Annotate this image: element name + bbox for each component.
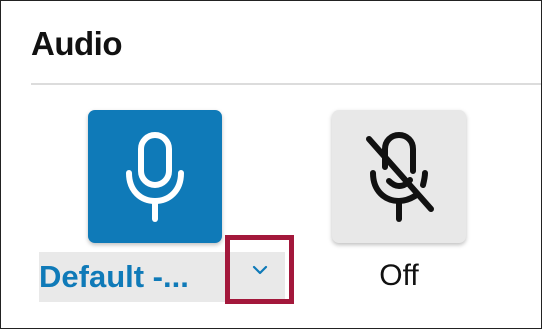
microphone-off-icon — [366, 131, 434, 222]
microphone-icon — [126, 131, 184, 222]
divider — [31, 83, 541, 85]
audio-panel: Audio Default -... Off — [0, 0, 542, 329]
device-dropdown-toggle[interactable] — [225, 235, 294, 304]
microphone-on-button[interactable] — [88, 110, 222, 243]
microphone-device-label: Default -... — [39, 259, 189, 294]
microphone-off-label: Off — [379, 259, 419, 292]
chevron-down-icon — [252, 265, 267, 274]
panel-title: Audio — [31, 25, 122, 62]
microphone-off-button[interactable] — [332, 110, 466, 243]
